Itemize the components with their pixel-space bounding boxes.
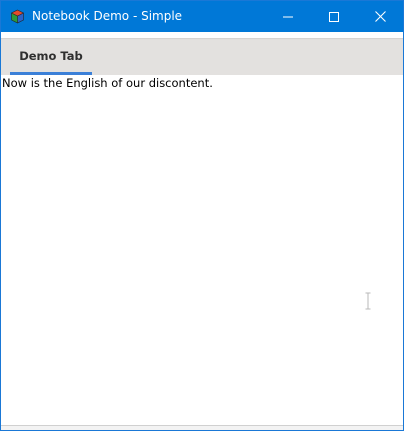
app-window: Notebook Demo - Simple Demo Tab Now is t… bbox=[0, 0, 404, 431]
minimize-icon bbox=[283, 16, 293, 17]
tab-label: Demo Tab bbox=[19, 49, 83, 63]
title-bar[interactable]: Notebook Demo - Simple bbox=[1, 1, 403, 32]
app-cube-icon bbox=[10, 9, 25, 24]
notebook-tab-bar: Demo Tab bbox=[1, 38, 403, 76]
window-bottom-edge bbox=[1, 425, 403, 430]
content-text: Now is the English of our discontent. bbox=[2, 76, 213, 90]
maximize-button[interactable] bbox=[311, 1, 357, 32]
minimize-button[interactable] bbox=[265, 1, 311, 32]
window-title: Notebook Demo - Simple bbox=[32, 9, 183, 23]
text-cursor-icon bbox=[365, 292, 371, 310]
close-icon bbox=[374, 11, 386, 22]
tab-content-area[interactable]: Now is the English of our discontent. bbox=[1, 75, 403, 425]
tab-demo[interactable]: Demo Tab bbox=[10, 39, 92, 75]
maximize-icon bbox=[329, 11, 339, 22]
close-button[interactable] bbox=[357, 1, 403, 32]
